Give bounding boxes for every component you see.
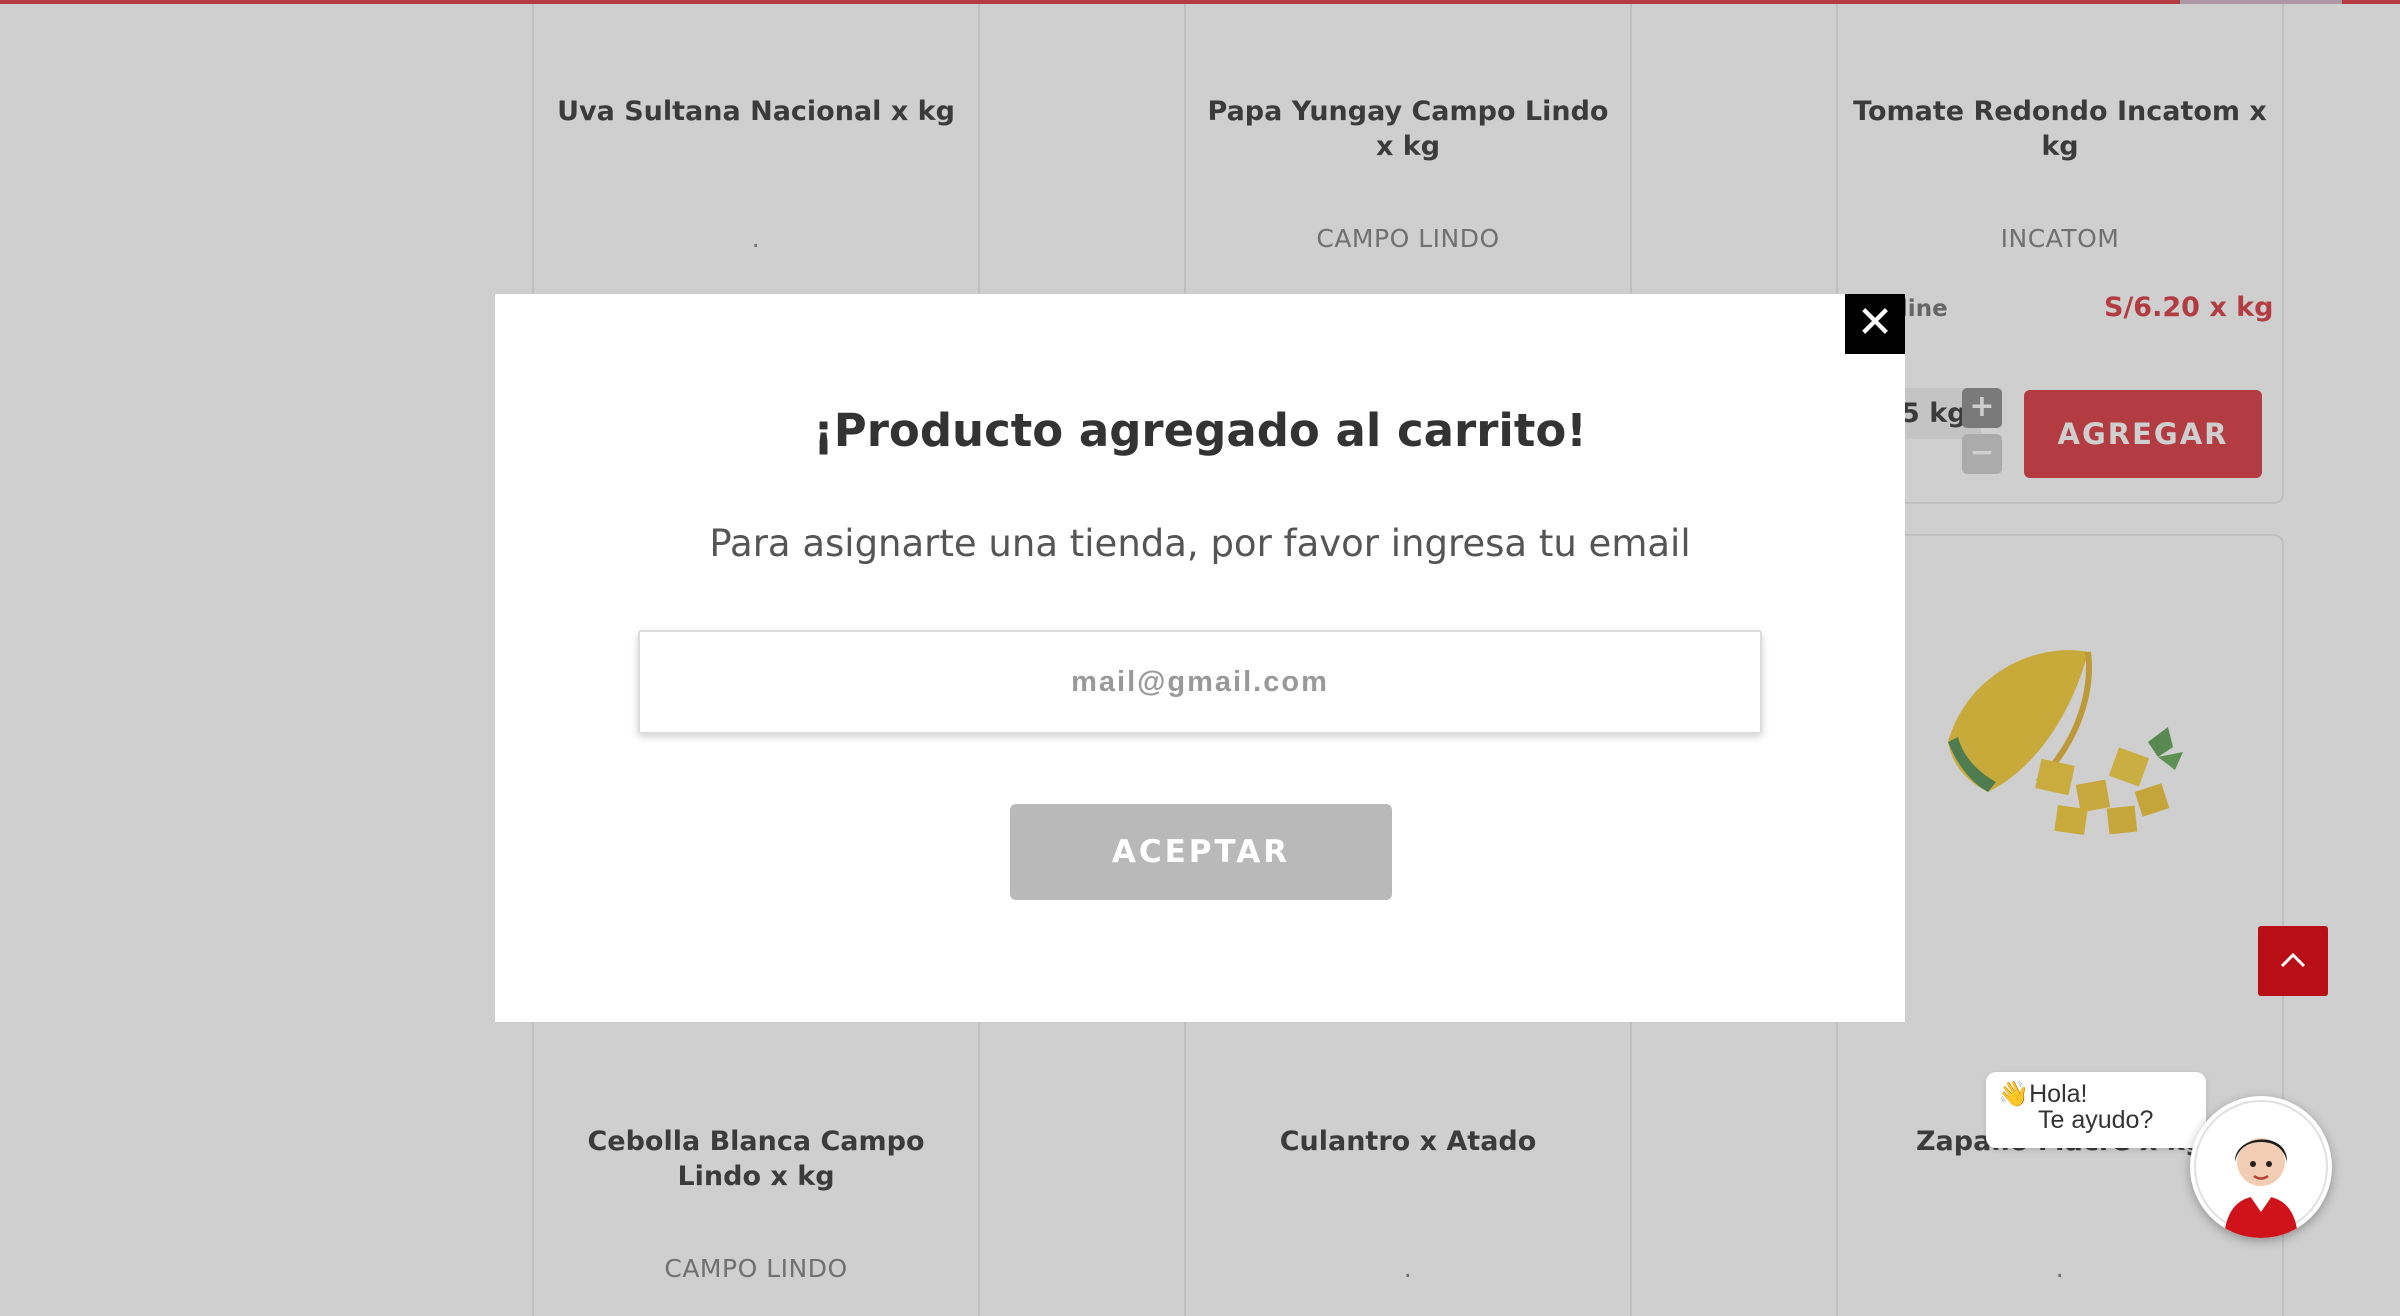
chat-prompt: Te ayudo? <box>2038 1106 2154 1134</box>
modal-subtitle: Para asignarte una tienda, por favor ing… <box>709 522 1691 565</box>
cart-added-modal: ✕ ¡Producto agregado al carrito! Para as… <box>495 294 1905 1022</box>
close-icon[interactable]: ✕ <box>1845 294 1905 354</box>
chat-greeting: 👋Hola! <box>1998 1080 2088 1108</box>
email-field[interactable] <box>638 630 1762 734</box>
scroll-to-top-button[interactable] <box>2258 926 2328 996</box>
chevron-up-icon <box>2280 952 2306 968</box>
assistant-avatar-icon[interactable] <box>2190 1096 2332 1238</box>
chat-greeting-bubble[interactable]: 👋Hola! Te ayudo? <box>1986 1072 2206 1148</box>
accept-button[interactable]: ACEPTAR <box>1010 804 1392 900</box>
modal-title: ¡Producto agregado al carrito! <box>813 404 1587 457</box>
